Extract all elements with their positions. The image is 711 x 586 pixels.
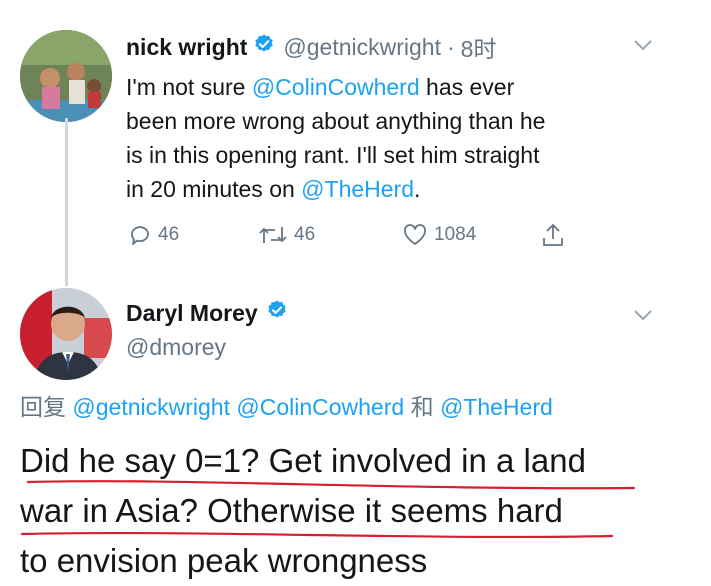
retweet-icon bbox=[259, 227, 287, 243]
verified-badge-icon bbox=[253, 33, 275, 61]
tweet-text-line: I'm not sure @ColinCowherd has ever bbox=[126, 74, 515, 100]
share-icon bbox=[543, 223, 563, 246]
avatar-photo-icon bbox=[20, 30, 112, 122]
mention-link[interactable]: @getnickwright bbox=[72, 394, 230, 420]
share-button[interactable] bbox=[540, 220, 566, 250]
heart-icon bbox=[404, 224, 426, 245]
tweet-text-line: is in this opening rant. I'll set him st… bbox=[126, 142, 540, 168]
tweet-header: nick wright @getnickwright · 8时 bbox=[126, 30, 496, 64]
like-button[interactable]: 1084 bbox=[402, 220, 476, 250]
chevron-down-icon[interactable] bbox=[632, 38, 654, 57]
thread-connector-line bbox=[65, 118, 68, 286]
chevron-down-icon[interactable] bbox=[632, 308, 654, 327]
avatar-daryl-morey[interactable] bbox=[20, 288, 112, 380]
red-underline-annotation bbox=[20, 480, 636, 539]
tweet-time[interactable]: 8时 bbox=[461, 30, 497, 64]
tweet-text: I'm not sure @ColinCowherd has ever been… bbox=[126, 70, 696, 206]
like-count: 1084 bbox=[434, 224, 477, 245]
reply-icon bbox=[131, 226, 149, 245]
reply-conjunction: 和 bbox=[410, 394, 434, 420]
mention-link[interactable]: @ColinCowherd bbox=[236, 394, 404, 420]
mention-link[interactable]: @ColinCowherd bbox=[252, 74, 420, 100]
author-name[interactable]: nick wright bbox=[126, 34, 247, 61]
retweet-count: 46 bbox=[294, 224, 316, 245]
mention-link[interactable]: @TheHerd bbox=[301, 176, 414, 202]
verified-badge-icon bbox=[266, 299, 288, 327]
retweet-button[interactable]: 46 bbox=[258, 220, 315, 250]
avatar-photo-icon bbox=[20, 288, 112, 380]
author-handle[interactable]: @dmorey bbox=[126, 330, 226, 364]
tweet-text-line: in 20 minutes on @TheHerd. bbox=[126, 176, 421, 202]
reply-count: 46 bbox=[158, 224, 180, 245]
mention-link[interactable]: @TheHerd bbox=[440, 394, 553, 420]
author-handle[interactable]: @getnickwright bbox=[283, 34, 441, 61]
tweet-text-line: been more wrong about anything than he bbox=[126, 108, 546, 134]
avatar-nick-wright[interactable] bbox=[20, 30, 112, 122]
reply-label: 回复 bbox=[20, 394, 66, 420]
reply-context: 回复 @getnickwright @ColinCowherd 和 @TheHe… bbox=[20, 390, 553, 424]
dot-separator: · bbox=[446, 33, 455, 60]
author-name[interactable]: Daryl Morey bbox=[126, 300, 258, 327]
tweet-header: Daryl Morey bbox=[126, 296, 288, 330]
reply-button[interactable]: 46 bbox=[128, 220, 179, 250]
